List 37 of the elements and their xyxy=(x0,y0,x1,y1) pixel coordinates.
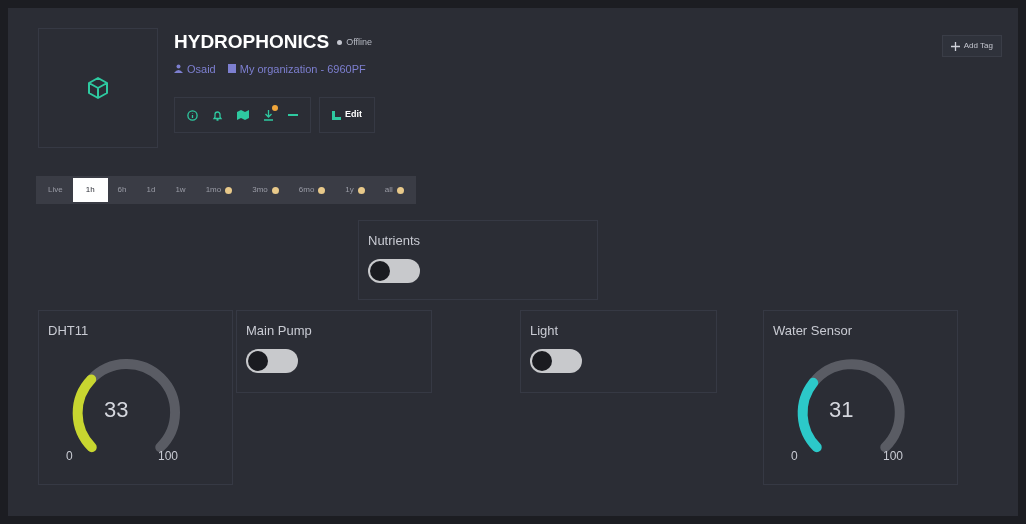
time-range-tab[interactable]: 1h xyxy=(72,178,108,202)
time-range-tab[interactable]: 1y xyxy=(335,178,375,202)
edit-button[interactable]: Edit xyxy=(319,97,375,133)
time-range-tab[interactable]: 6h xyxy=(107,178,137,202)
gauge-value: 33 xyxy=(104,395,129,424)
user-icon xyxy=(174,64,183,74)
gauge-max: 100 xyxy=(158,447,179,465)
gauge-min: 0 xyxy=(791,447,798,465)
time-range-tab[interactable]: 1d xyxy=(136,178,166,202)
add-tag-button[interactable]: Add Tag xyxy=(941,35,1002,57)
plus-icon xyxy=(950,41,960,51)
status-text: Offline xyxy=(346,35,373,49)
toggle-switch[interactable] xyxy=(368,258,420,283)
widget-title: DHT11 xyxy=(48,322,90,340)
gauge-min: 0 xyxy=(66,447,73,465)
time-range-tab[interactable]: 6mo xyxy=(288,178,336,202)
time-range-tab[interactable]: 1w xyxy=(165,178,196,202)
organization-link[interactable]: My organization - 6960PF xyxy=(239,60,366,77)
download-icon[interactable] xyxy=(263,109,274,121)
device-title: HYDROPHONICS xyxy=(174,30,330,54)
gauge-max: 100 xyxy=(883,447,904,465)
gauge-value: 31 xyxy=(829,395,854,424)
widget-title: Water Sensor xyxy=(773,322,853,340)
toggle-switch[interactable] xyxy=(246,348,298,373)
widget-title: Main Pump xyxy=(246,322,313,340)
toggle-switch[interactable] xyxy=(530,348,582,373)
widget-title: Nutrients xyxy=(368,232,422,250)
time-range-tab[interactable]: 1mo xyxy=(195,178,243,202)
time-range-tab[interactable]: all xyxy=(374,178,414,202)
cube-icon xyxy=(87,76,109,100)
widget-title: Light xyxy=(530,322,560,340)
map-icon[interactable] xyxy=(237,110,249,120)
info-icon[interactable] xyxy=(187,109,198,121)
time-range-tab[interactable]: Live xyxy=(38,178,73,202)
time-range-tab[interactable]: 3mo xyxy=(242,178,289,202)
bell-icon[interactable] xyxy=(212,109,223,121)
owner-link[interactable]: Osaid xyxy=(187,60,216,77)
